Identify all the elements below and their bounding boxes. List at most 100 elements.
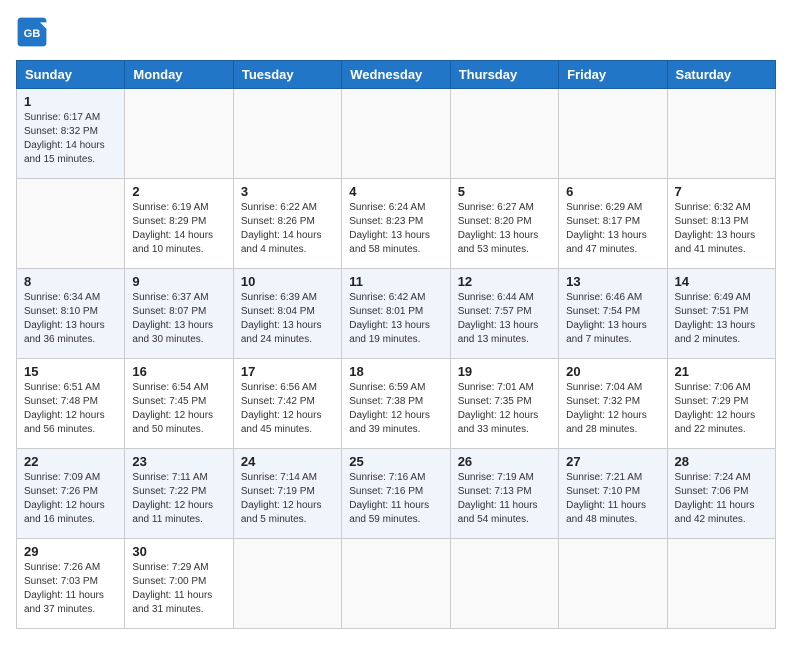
- calendar-cell: [450, 539, 558, 629]
- day-number: 3: [241, 184, 334, 199]
- day-number: 15: [24, 364, 117, 379]
- day-detail: Sunrise: 6:51 AMSunset: 7:48 PMDaylight:…: [24, 381, 117, 437]
- calendar-cell: 15 Sunrise: 6:51 AMSunset: 7:48 PMDayligh…: [17, 359, 125, 449]
- day-number: 2: [132, 184, 225, 199]
- day-number: 6: [566, 184, 659, 199]
- day-detail: Sunrise: 6:29 AMSunset: 8:17 PMDaylight:…: [566, 201, 659, 257]
- calendar-body: 1Sunrise: 6:17 AMSunset: 8:32 PMDaylight…: [17, 89, 776, 629]
- calendar-cell: 28 Sunrise: 7:24 AMSunset: 7:06 PMDayligh…: [667, 449, 775, 539]
- day-detail: Sunrise: 6:19 AMSunset: 8:29 PMDaylight:…: [132, 201, 225, 257]
- day-number: 25: [349, 454, 442, 469]
- page-header: GB: [16, 16, 776, 48]
- day-number: 14: [675, 274, 768, 289]
- day-number: 24: [241, 454, 334, 469]
- logo-icon: GB: [16, 16, 48, 48]
- header-wednesday: Wednesday: [342, 61, 450, 89]
- day-detail: Sunrise: 7:19 AMSunset: 7:13 PMDaylight:…: [458, 471, 551, 527]
- day-detail: Sunrise: 6:32 AMSunset: 8:13 PMDaylight:…: [675, 201, 768, 257]
- day-detail: Sunrise: 6:42 AMSunset: 8:01 PMDaylight:…: [349, 291, 442, 347]
- day-detail: Sunrise: 6:24 AMSunset: 8:23 PMDaylight:…: [349, 201, 442, 257]
- day-number: 28: [675, 454, 768, 469]
- calendar-cell: 23Sunrise: 7:11 AMSunset: 7:22 PMDayligh…: [125, 449, 233, 539]
- calendar-cell: [559, 539, 667, 629]
- calendar-header: SundayMondayTuesdayWednesdayThursdayFrid…: [17, 61, 776, 89]
- calendar-cell: [17, 179, 125, 269]
- calendar-row-3: 15 Sunrise: 6:51 AMSunset: 7:48 PMDayligh…: [17, 359, 776, 449]
- header-tuesday: Tuesday: [233, 61, 341, 89]
- day-number: 11: [349, 274, 442, 289]
- calendar-cell: [342, 89, 450, 179]
- day-number: 9: [132, 274, 225, 289]
- calendar-table: SundayMondayTuesdayWednesdayThursdayFrid…: [16, 60, 776, 629]
- day-number: 18: [349, 364, 442, 379]
- calendar-row-2: 8Sunrise: 6:34 AMSunset: 8:10 PMDaylight…: [17, 269, 776, 359]
- calendar-cell: 19Sunrise: 7:01 AMSunset: 7:35 PMDayligh…: [450, 359, 558, 449]
- calendar-cell: 24Sunrise: 7:14 AMSunset: 7:19 PMDayligh…: [233, 449, 341, 539]
- day-detail: Sunrise: 6:44 AMSunset: 7:57 PMDaylight:…: [458, 291, 551, 347]
- header-monday: Monday: [125, 61, 233, 89]
- day-number: 1: [24, 94, 117, 109]
- calendar-cell: [450, 89, 558, 179]
- calendar-cell: 22Sunrise: 7:09 AMSunset: 7:26 PMDayligh…: [17, 449, 125, 539]
- calendar-cell: 10Sunrise: 6:39 AMSunset: 8:04 PMDayligh…: [233, 269, 341, 359]
- day-detail: Sunrise: 7:11 AMSunset: 7:22 PMDaylight:…: [132, 471, 225, 527]
- calendar-cell: 4 Sunrise: 6:24 AMSunset: 8:23 PMDaylight…: [342, 179, 450, 269]
- calendar-cell: [125, 89, 233, 179]
- day-detail: Sunrise: 6:37 AMSunset: 8:07 PMDaylight:…: [132, 291, 225, 347]
- calendar-cell: 16 Sunrise: 6:54 AMSunset: 7:45 PMDayligh…: [125, 359, 233, 449]
- day-number: 22: [24, 454, 117, 469]
- calendar-cell: 27Sunrise: 7:21 AMSunset: 7:10 PMDayligh…: [559, 449, 667, 539]
- day-number: 7: [675, 184, 768, 199]
- svg-text:GB: GB: [24, 28, 41, 40]
- calendar-cell: [233, 89, 341, 179]
- calendar-cell: 9 Sunrise: 6:37 AMSunset: 8:07 PMDaylight…: [125, 269, 233, 359]
- calendar-cell: 3 Sunrise: 6:22 AMSunset: 8:26 PMDaylight…: [233, 179, 341, 269]
- calendar-cell: 13Sunrise: 6:46 AMSunset: 7:54 PMDayligh…: [559, 269, 667, 359]
- calendar-cell: 20Sunrise: 7:04 AMSunset: 7:32 PMDayligh…: [559, 359, 667, 449]
- calendar-cell: [342, 539, 450, 629]
- calendar-cell: 6 Sunrise: 6:29 AMSunset: 8:17 PMDaylight…: [559, 179, 667, 269]
- calendar-row-0: 1Sunrise: 6:17 AMSunset: 8:32 PMDaylight…: [17, 89, 776, 179]
- calendar-cell: 26 Sunrise: 7:19 AMSunset: 7:13 PMDayligh…: [450, 449, 558, 539]
- day-detail: Sunrise: 7:26 AMSunset: 7:03 PMDaylight:…: [24, 561, 117, 617]
- calendar-cell: 1Sunrise: 6:17 AMSunset: 8:32 PMDaylight…: [17, 89, 125, 179]
- day-number: 17: [241, 364, 334, 379]
- day-number: 30: [132, 544, 225, 559]
- header-saturday: Saturday: [667, 61, 775, 89]
- calendar-cell: [233, 539, 341, 629]
- day-number: 10: [241, 274, 334, 289]
- calendar-cell: [667, 539, 775, 629]
- calendar-cell: 11 Sunrise: 6:42 AMSunset: 8:01 PMDayligh…: [342, 269, 450, 359]
- calendar-cell: 18 Sunrise: 6:59 AMSunset: 7:38 PMDayligh…: [342, 359, 450, 449]
- day-detail: Sunrise: 6:34 AMSunset: 8:10 PMDaylight:…: [24, 291, 117, 347]
- calendar-cell: 5 Sunrise: 6:27 AMSunset: 8:20 PMDaylight…: [450, 179, 558, 269]
- calendar-cell: 30 Sunrise: 7:29 AMSunset: 7:00 PMDayligh…: [125, 539, 233, 629]
- day-number: 26: [458, 454, 551, 469]
- day-number: 29: [24, 544, 117, 559]
- day-detail: Sunrise: 6:56 AMSunset: 7:42 PMDaylight:…: [241, 381, 334, 437]
- day-number: 19: [458, 364, 551, 379]
- day-detail: Sunrise: 6:49 AMSunset: 7:51 PMDaylight:…: [675, 291, 768, 347]
- day-number: 4: [349, 184, 442, 199]
- day-detail: Sunrise: 6:59 AMSunset: 7:38 PMDaylight:…: [349, 381, 442, 437]
- header-row: SundayMondayTuesdayWednesdayThursdayFrid…: [17, 61, 776, 89]
- day-number: 12: [458, 274, 551, 289]
- day-detail: Sunrise: 6:54 AMSunset: 7:45 PMDaylight:…: [132, 381, 225, 437]
- calendar-cell: 8Sunrise: 6:34 AMSunset: 8:10 PMDaylight…: [17, 269, 125, 359]
- day-number: 5: [458, 184, 551, 199]
- day-detail: Sunrise: 6:22 AMSunset: 8:26 PMDaylight:…: [241, 201, 334, 257]
- day-detail: Sunrise: 6:27 AMSunset: 8:20 PMDaylight:…: [458, 201, 551, 257]
- calendar-cell: 21Sunrise: 7:06 AMSunset: 7:29 PMDayligh…: [667, 359, 775, 449]
- day-number: 16: [132, 364, 225, 379]
- calendar-cell: 29 Sunrise: 7:26 AMSunset: 7:03 PMDayligh…: [17, 539, 125, 629]
- calendar-cell: 17 Sunrise: 6:56 AMSunset: 7:42 PMDayligh…: [233, 359, 341, 449]
- header-friday: Friday: [559, 61, 667, 89]
- calendar-row-1: 2 Sunrise: 6:19 AMSunset: 8:29 PMDaylight…: [17, 179, 776, 269]
- calendar-cell: [559, 89, 667, 179]
- day-number: 20: [566, 364, 659, 379]
- day-detail: Sunrise: 7:29 AMSunset: 7:00 PMDaylight:…: [132, 561, 225, 617]
- day-number: 21: [675, 364, 768, 379]
- calendar-cell: [667, 89, 775, 179]
- header-thursday: Thursday: [450, 61, 558, 89]
- day-detail: Sunrise: 7:24 AMSunset: 7:06 PMDaylight:…: [675, 471, 768, 527]
